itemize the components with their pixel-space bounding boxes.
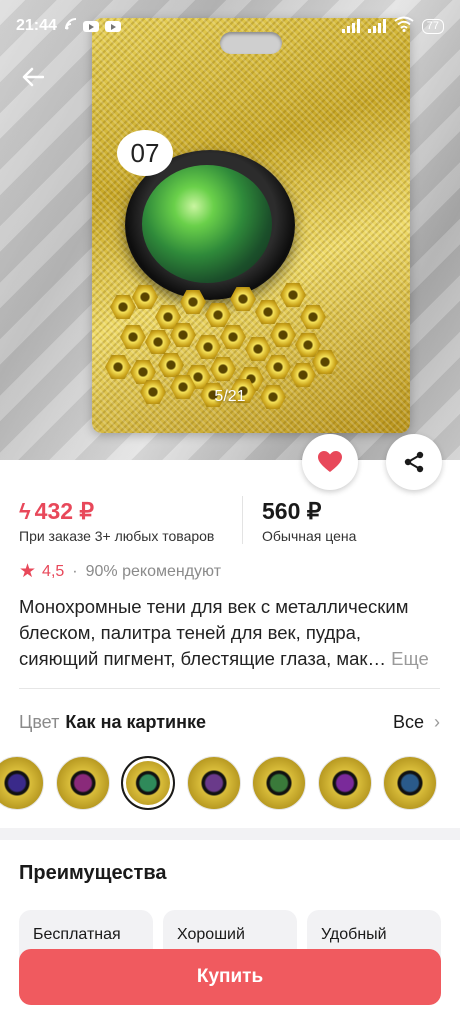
battery-icon: 77: [421, 18, 444, 34]
color-swatch[interactable]: [121, 756, 175, 810]
pigment-pan: [142, 165, 272, 283]
star-icon: ★: [19, 561, 37, 582]
sequin: [145, 330, 171, 354]
section-separator: [0, 828, 460, 840]
rating-row[interactable]: ★ 4,5 · 90% рекомендуют: [19, 560, 221, 583]
color-selector-header[interactable]: Цвет Как на картинке Все ›: [19, 708, 440, 736]
see-all-colors-link[interactable]: Все ›: [393, 712, 440, 733]
sequin: [220, 325, 246, 349]
color-swatch[interactable]: [186, 756, 241, 810]
signal-icon: [341, 19, 360, 33]
sale-price: ϟ 432 ₽: [19, 498, 94, 525]
color-swatch[interactable]: [55, 756, 110, 810]
sequin: [255, 300, 281, 324]
regular-price: 560 ₽: [262, 498, 322, 524]
regular-price-note: Обычная цена: [262, 528, 357, 544]
rating-separator: ·: [72, 562, 78, 580]
rating-score: 4,5: [42, 562, 65, 580]
sequin: [105, 355, 131, 379]
buy-button[interactable]: Купить: [19, 949, 441, 1005]
description-more-link[interactable]: Еще: [391, 648, 429, 669]
price-block: ϟ 432 ₽ При заказе 3+ любых товаров 560 …: [0, 490, 460, 550]
sequin: [245, 337, 271, 361]
back-button[interactable]: [14, 58, 52, 96]
chevron-right-icon: ›: [434, 711, 440, 732]
sequin: [110, 295, 136, 319]
section-divider: [19, 688, 440, 689]
sequin: [230, 287, 256, 311]
sequin: [158, 353, 184, 377]
color-swatch[interactable]: [383, 756, 437, 810]
product-screen: 07 21:44 77 5/21 ϟ 432 ₽ При заказе 3+ л…: [0, 0, 460, 1024]
sequin: [270, 323, 296, 347]
color-swatch[interactable]: [0, 756, 44, 810]
sequin: [195, 335, 221, 359]
color-label: Цвет: [19, 711, 60, 732]
gallery-counter: 5/21: [214, 388, 246, 405]
sequin: [120, 325, 146, 349]
sequin: [290, 363, 316, 387]
sale-price-note: При заказе 3+ любых товаров: [19, 528, 215, 544]
sequin: [180, 290, 206, 314]
arrow-left-icon: [22, 67, 44, 87]
color-swatch[interactable]: [317, 756, 372, 810]
color-swatches: [0, 752, 460, 814]
status-time: 21:44: [16, 17, 57, 34]
sequins: [100, 275, 338, 409]
youtube-icon: [82, 20, 99, 32]
share-icon: [404, 451, 424, 473]
status-bar: 21:44 77: [0, 0, 460, 52]
color-swatch[interactable]: [252, 756, 306, 810]
notification-icon: [64, 17, 77, 35]
color-value: Как на картинке: [65, 711, 207, 732]
shade-number-label: 07: [117, 130, 173, 176]
heart-icon: [318, 451, 342, 472]
youtube-icon: [104, 20, 121, 32]
see-all-label: Все: [392, 711, 424, 732]
lightning-icon: ϟ: [19, 498, 31, 524]
wifi-icon: [394, 16, 414, 37]
advantages-title: Преимущества: [19, 862, 167, 884]
signal-icon: [367, 19, 386, 33]
share-button[interactable]: [386, 434, 442, 490]
sequin: [300, 305, 326, 329]
sequin: [265, 355, 291, 379]
sequin: [280, 283, 306, 307]
favorite-button[interactable]: [302, 434, 358, 490]
sequin: [205, 303, 231, 327]
price-divider: [242, 496, 243, 544]
status-indicators: 77: [341, 16, 444, 37]
sequin: [132, 285, 158, 309]
recommend-rate: 90% рекомендуют: [85, 562, 222, 580]
product-description[interactable]: Монохромные тени для век с металлическим…: [19, 594, 444, 672]
sale-price-value: 432 ₽: [34, 498, 95, 524]
sequin: [210, 357, 236, 381]
description-text: Монохромные тени для век с металлическим…: [19, 596, 409, 669]
